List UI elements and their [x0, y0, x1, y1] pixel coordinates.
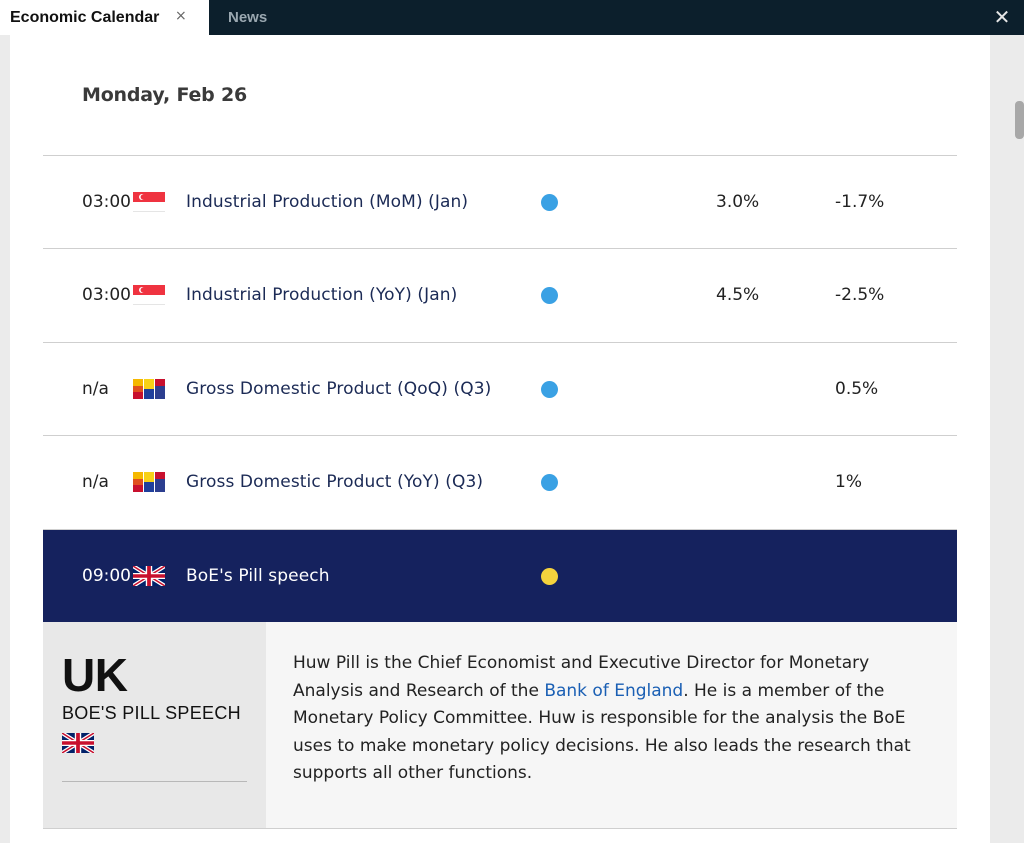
detail-description: Huw Pill is the Chief Economist and Exec…	[293, 650, 943, 788]
event-row-selected[interactable]: 09:00 BoE's Pill speech	[43, 530, 957, 622]
bank-of-england-link[interactable]: Bank of England	[544, 681, 683, 701]
tab-close-icon[interactable]: ×	[175, 8, 187, 24]
singapore-flag-icon	[133, 249, 165, 341]
event-previous: 0.5%	[835, 379, 879, 399]
tab-economic-calendar-label: Economic Calendar	[10, 8, 160, 26]
uk-flag-icon	[133, 530, 165, 622]
event-name[interactable]: Gross Domestic Product (YoY) (Q3)	[186, 436, 483, 528]
impact-dot	[541, 530, 558, 622]
event-name[interactable]: Industrial Production (MoM) (Jan)	[186, 156, 468, 248]
event-detail-sidebar: UK BOE'S PILL SPEECH	[43, 622, 266, 829]
event-time: 03:00	[82, 285, 131, 305]
close-icon[interactable]: ✕	[988, 3, 1016, 31]
impact-dot	[541, 156, 558, 248]
date-heading: Monday, Feb 26	[82, 84, 248, 106]
event-name[interactable]: BoE's Pill speech	[186, 530, 330, 622]
event-time: n/a	[82, 379, 109, 399]
scrollbar-track[interactable]	[1008, 35, 1024, 843]
detail-country: UK	[62, 649, 128, 701]
event-name[interactable]: Gross Domestic Product (QoQ) (Q3)	[186, 343, 491, 435]
impact-dot	[541, 436, 558, 528]
uk-flag-icon	[60, 731, 96, 757]
event-previous: -1.7%	[835, 192, 885, 212]
event-name[interactable]: Industrial Production (YoY) (Jan)	[186, 249, 457, 341]
event-actual: 4.5%	[716, 285, 760, 305]
detail-title: BOE'S PILL SPEECH	[62, 703, 241, 723]
event-detail-panel: UK BOE'S PILL SPEECH Huw Pill is the Chi…	[43, 622, 957, 829]
event-actual: 3.0%	[716, 192, 760, 212]
singapore-flag-icon	[133, 156, 165, 248]
event-time: n/a	[82, 472, 109, 492]
tab-economic-calendar[interactable]: Economic Calendar ×	[0, 0, 209, 35]
event-row[interactable]: n/a Gross Domestic Product (QoQ) (Q3) 0.…	[43, 343, 957, 435]
event-row[interactable]: n/a Gross Domestic Product (YoY) (Q3) 1%	[43, 436, 957, 528]
event-previous: -2.5%	[835, 285, 885, 305]
divider	[62, 781, 247, 782]
scrollbar-thumb[interactable]	[1015, 101, 1024, 139]
tab-bar: Economic Calendar × News ✕	[0, 0, 1024, 35]
multi-stripe-flag-icon	[133, 436, 165, 528]
impact-dot	[541, 343, 558, 435]
multi-stripe-flag-icon	[133, 343, 165, 435]
event-previous: 1%	[835, 472, 862, 492]
divider	[43, 828, 957, 829]
event-row[interactable]: 03:00 Industrial Production (YoY) (Jan) …	[43, 249, 957, 341]
event-time: 09:00	[82, 566, 131, 586]
impact-dot	[541, 249, 558, 341]
event-row[interactable]: 03:00 Industrial Production (MoM) (Jan) …	[43, 156, 957, 248]
event-time: 03:00	[82, 192, 131, 212]
tab-news[interactable]: News	[228, 0, 267, 35]
